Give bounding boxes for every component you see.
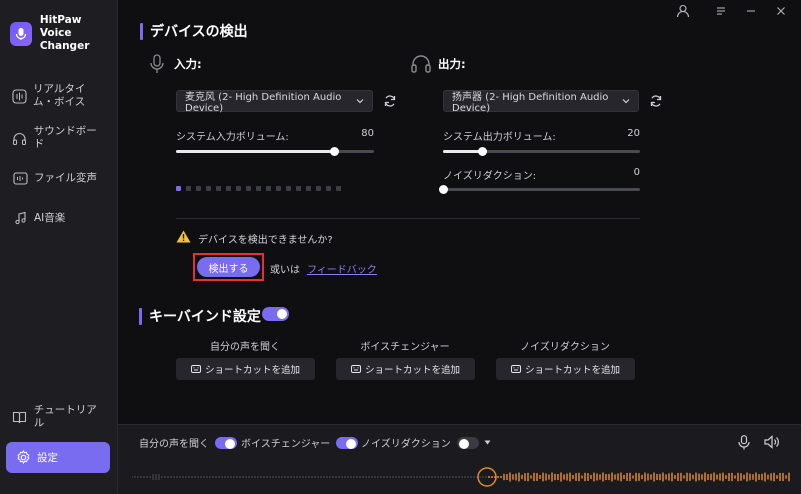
detect-button[interactable]: 検出する bbox=[197, 257, 260, 277]
keybind-label-voice-changer: ボイスチェンジャー bbox=[360, 342, 450, 353]
footer-bar: 自分の声を聞く ボイスチェンジャー ノイズリダクション bbox=[118, 424, 801, 494]
slider-knob[interactable] bbox=[438, 185, 448, 194]
or-text: 或いは bbox=[270, 265, 300, 276]
brand-product: Voice Changer bbox=[39, 27, 90, 52]
input-volume-value: 80 bbox=[361, 128, 374, 139]
close-icon[interactable] bbox=[773, 4, 789, 18]
input-device-select[interactable]: 麦克风 (2- High Definition Audio Device) bbox=[176, 90, 373, 114]
add-shortcut-voice-changer-button[interactable]: ショートカットを追加 bbox=[336, 358, 475, 380]
sidebar: HitPaw Voice Changer リアルタイム・ボイス サウンドボード … bbox=[0, 0, 118, 494]
output-heading: 出力: bbox=[410, 54, 466, 74]
meter-segment bbox=[206, 186, 211, 191]
headphones-icon bbox=[12, 130, 28, 146]
meter-segment bbox=[276, 186, 281, 191]
meter-segment bbox=[196, 186, 201, 191]
warning-icon bbox=[176, 230, 191, 246]
meter-segment bbox=[316, 186, 321, 191]
meter-segment bbox=[216, 186, 221, 191]
meter-segment bbox=[296, 186, 301, 191]
meter-segment bbox=[336, 186, 341, 191]
output-device-select[interactable]: 扬声器 (2- High Definition Audio Device) bbox=[443, 90, 639, 114]
section-title-keybind: キーバインド設定 bbox=[139, 306, 261, 326]
footer-hear-self: 自分の声を聞く bbox=[139, 435, 237, 450]
meter-segment bbox=[236, 186, 241, 191]
meter-segment bbox=[176, 186, 181, 191]
meter-segment bbox=[286, 186, 291, 191]
meter-segment bbox=[186, 186, 191, 191]
keybind-label-hear-self: 自分の声を聞く bbox=[210, 342, 280, 353]
speaker-icon[interactable] bbox=[764, 435, 780, 452]
sidebar-item-ai-music[interactable]: AI音楽 bbox=[0, 198, 118, 238]
keybind-label-noise-reduction: ノイズリダクション bbox=[520, 342, 610, 353]
voice-changer-toggle[interactable] bbox=[336, 436, 359, 449]
sidebar-item-label: ファイル変声 bbox=[34, 171, 97, 184]
keyboard-icon bbox=[510, 364, 521, 374]
noise-reduction-slider[interactable] bbox=[438, 185, 640, 194]
footer-voice-changer: ボイスチェンジャー bbox=[241, 435, 359, 450]
sidebar-item-file-voice[interactable]: ファイル変声 bbox=[0, 158, 118, 198]
footer-noise-reduction: ノイズリダクション bbox=[361, 435, 491, 450]
sidebar-nav: リアルタイム・ボイス サウンドボード ファイル変声 AI音楽 bbox=[0, 78, 118, 238]
headset-icon bbox=[410, 54, 432, 74]
section-title-device-detection: デバイスの検出 bbox=[140, 21, 248, 41]
meter-segment bbox=[256, 186, 261, 191]
waveform-icon bbox=[12, 88, 27, 104]
sidebar-item-label: リアルタイム・ボイス bbox=[33, 83, 86, 108]
hear-self-toggle[interactable] bbox=[215, 436, 237, 449]
file-audio-icon bbox=[12, 170, 28, 186]
output-volume-label: システム出力ボリューム: bbox=[443, 132, 556, 143]
audio-waveform bbox=[132, 467, 790, 487]
meter-segment bbox=[326, 186, 331, 191]
app-logo-icon bbox=[10, 21, 32, 46]
keyboard-icon bbox=[350, 364, 361, 374]
minimize-icon[interactable] bbox=[743, 4, 759, 18]
refresh-output-icon[interactable] bbox=[649, 94, 663, 108]
sidebar-item-settings[interactable]: 設定 bbox=[6, 442, 110, 473]
detect-button-highlight: 検出する bbox=[193, 253, 264, 281]
meter-segment bbox=[306, 186, 311, 191]
keyboard-icon bbox=[190, 364, 201, 374]
sidebar-item-label: サウンドボード bbox=[33, 125, 97, 150]
sidebar-item-tutorial[interactable]: チュートリアル bbox=[0, 404, 118, 430]
input-heading: 入力: bbox=[146, 54, 202, 74]
meter-segment bbox=[266, 186, 271, 191]
add-shortcut-noise-reduction-button[interactable]: ショートカットを追加 bbox=[496, 358, 635, 380]
meter-segment bbox=[246, 186, 251, 191]
ai-music-icon bbox=[12, 210, 28, 226]
refresh-input-icon[interactable] bbox=[383, 94, 397, 108]
sidebar-item-soundboard[interactable]: サウンドボード bbox=[0, 118, 118, 158]
brand-name: HitPaw bbox=[39, 14, 82, 26]
divider bbox=[176, 218, 640, 219]
noise-reduction-label: ノイズリダクション: bbox=[443, 171, 537, 182]
book-icon bbox=[12, 409, 28, 425]
slider-knob[interactable] bbox=[477, 147, 487, 156]
input-volume-slider[interactable] bbox=[176, 147, 374, 156]
output-volume-slider[interactable] bbox=[443, 147, 640, 156]
menu-icon[interactable] bbox=[713, 4, 729, 18]
microphone-icon[interactable] bbox=[738, 435, 750, 453]
gear-icon bbox=[16, 450, 31, 465]
microphone-icon bbox=[146, 54, 168, 74]
sidebar-item-label: 設定 bbox=[37, 452, 58, 464]
noise-reduction-toggle[interactable] bbox=[456, 436, 479, 449]
slider-knob[interactable] bbox=[329, 147, 339, 156]
noise-reduction-value: 0 bbox=[633, 167, 640, 178]
window-controls bbox=[675, 4, 789, 18]
keybind-toggle[interactable] bbox=[262, 307, 289, 321]
feedback-link[interactable]: フィードバック bbox=[307, 261, 377, 276]
input-level-meter bbox=[176, 186, 341, 191]
chevron-down-icon bbox=[355, 96, 365, 109]
brand: HitPaw Voice Changer bbox=[10, 14, 117, 53]
input-volume-label: システム入力ボリューム: bbox=[176, 132, 289, 143]
output-volume-value: 20 bbox=[627, 128, 640, 139]
device-warning: デバイスを検出できませんか? bbox=[176, 230, 333, 246]
meter-segment bbox=[226, 186, 231, 191]
add-shortcut-hear-self-button[interactable]: ショートカットを追加 bbox=[176, 358, 315, 380]
sidebar-item-realtime-voice[interactable]: リアルタイム・ボイス bbox=[0, 78, 118, 114]
chevron-down-icon bbox=[621, 96, 631, 109]
user-icon[interactable] bbox=[675, 4, 691, 18]
caret-down-icon[interactable] bbox=[484, 440, 491, 445]
sidebar-item-label: チュートリアル bbox=[33, 404, 97, 429]
sidebar-item-label: AI音楽 bbox=[34, 211, 66, 224]
